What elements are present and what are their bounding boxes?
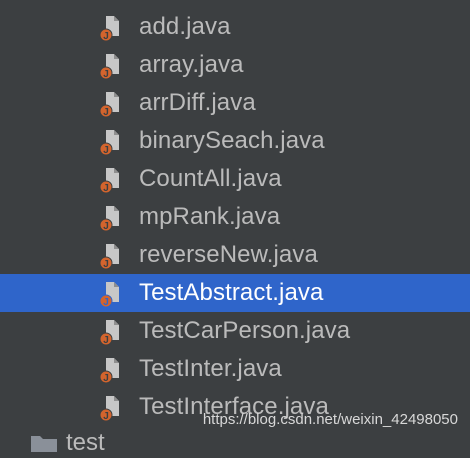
java-class-file-icon: J <box>99 395 125 423</box>
file-name: TestAbstract.java <box>139 279 324 306</box>
svg-text:J: J <box>103 221 109 232</box>
svg-text:J: J <box>103 31 109 42</box>
java-class-file-icon: J <box>99 53 125 81</box>
file-item-countall[interactable]: J CountAll.java <box>0 160 470 198</box>
file-item-add[interactable]: J add.java <box>0 8 470 46</box>
file-item-testabstract[interactable]: J TestAbstract.java <box>0 274 470 312</box>
file-name: TestInter.java <box>139 355 282 382</box>
file-name: CountAll.java <box>139 165 282 192</box>
java-class-file-icon: J <box>99 167 125 195</box>
file-name: TestCarPerson.java <box>139 317 351 344</box>
svg-text:J: J <box>103 297 109 308</box>
svg-text:J: J <box>103 335 109 346</box>
file-name: add.java <box>139 13 231 40</box>
svg-text:J: J <box>103 259 109 270</box>
svg-text:J: J <box>103 411 109 422</box>
java-class-file-icon: J <box>99 281 125 309</box>
project-tree: J add.java J array.java J arrDiff.java J… <box>0 8 470 426</box>
file-name: reverseNew.java <box>139 241 318 268</box>
java-class-file-icon: J <box>99 319 125 347</box>
java-class-file-icon: J <box>99 357 125 385</box>
file-item-testinter[interactable]: J TestInter.java <box>0 350 470 388</box>
file-name: mpRank.java <box>139 203 281 230</box>
svg-text:J: J <box>103 107 109 118</box>
file-item-binaryseach[interactable]: J binarySeach.java <box>0 122 470 160</box>
java-class-file-icon: J <box>99 243 125 271</box>
java-class-file-icon: J <box>99 129 125 157</box>
file-item-reversenew[interactable]: J reverseNew.java <box>0 236 470 274</box>
java-class-file-icon: J <box>99 91 125 119</box>
file-item-mprank[interactable]: J mpRank.java <box>0 198 470 236</box>
java-class-file-icon: J <box>99 15 125 43</box>
file-item-array[interactable]: J array.java <box>0 46 470 84</box>
file-item-arrdiff[interactable]: J arrDiff.java <box>0 84 470 122</box>
folder-icon <box>30 432 58 452</box>
file-name: array.java <box>139 51 244 78</box>
file-name: binarySeach.java <box>139 127 325 154</box>
svg-text:J: J <box>103 145 109 156</box>
svg-text:J: J <box>103 69 109 80</box>
folder-label: test <box>66 429 105 456</box>
file-item-testcarperson[interactable]: J TestCarPerson.java <box>0 312 470 350</box>
file-name: arrDiff.java <box>139 89 256 116</box>
svg-text:J: J <box>103 183 109 194</box>
watermark-text: https://blog.csdn.net/weixin_42498050 <box>202 411 458 428</box>
svg-text:J: J <box>103 373 109 384</box>
java-class-file-icon: J <box>99 205 125 233</box>
